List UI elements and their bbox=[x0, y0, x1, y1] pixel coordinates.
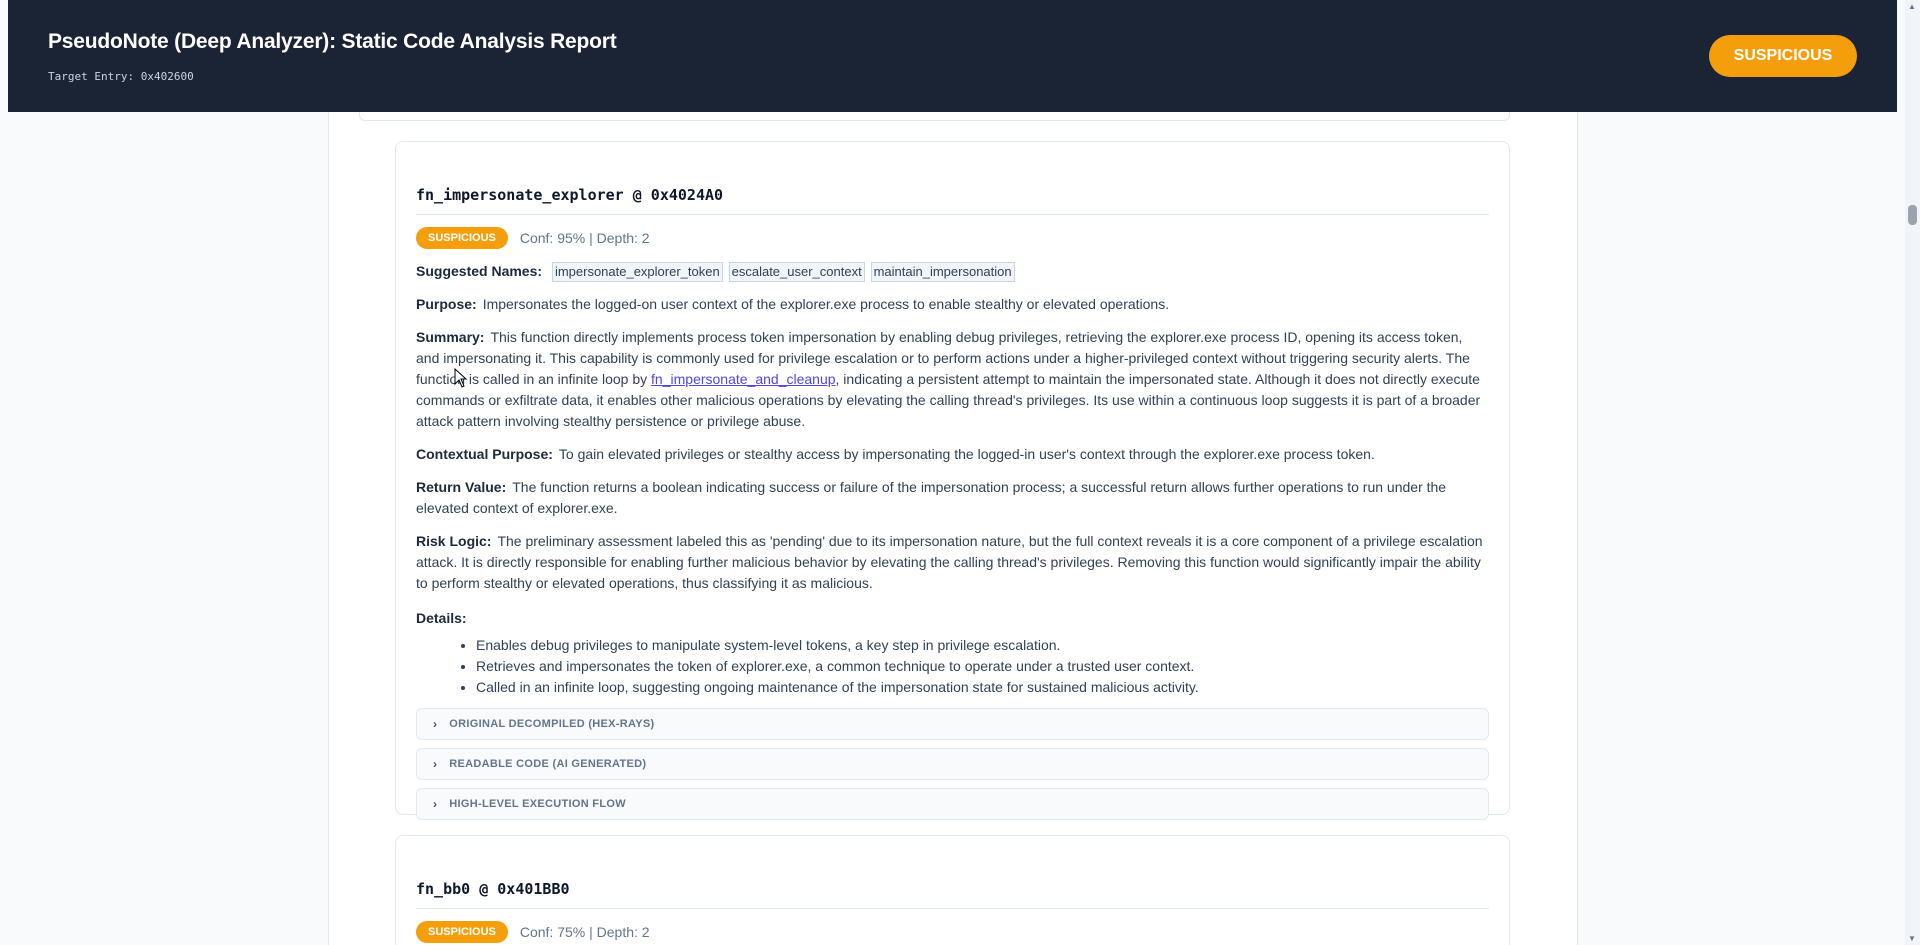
section-readable-code[interactable]: › READABLE CODE (AI GENERATED) bbox=[416, 748, 1489, 780]
details-label: Details: bbox=[416, 610, 467, 626]
section-execution-flow[interactable]: › HIGH-LEVEL EXECUTION FLOW bbox=[416, 788, 1489, 820]
summary: Summary: This function directly implement… bbox=[416, 327, 1489, 432]
function-card: fn_impersonate_explorer @ 0x4024A0 SUSPI… bbox=[395, 141, 1510, 820]
suggested-name-chip: impersonate_explorer_token bbox=[551, 262, 723, 282]
function-meta: SUSPICIOUS Conf: 95% | Depth: 2 bbox=[416, 227, 1489, 249]
chevron-right-icon: › bbox=[433, 717, 438, 731]
risk-logic-text: The preliminary assessment labeled this … bbox=[416, 533, 1483, 591]
contextual-purpose-text: To gain elevated privileges or stealthy … bbox=[558, 446, 1375, 462]
purpose-text: Impersonates the logged-on user context … bbox=[482, 296, 1170, 312]
target-entry: Target Entry: 0x402600 bbox=[48, 69, 194, 83]
purpose: Purpose: Impersonates the logged-on user … bbox=[416, 294, 1489, 315]
section-label: READABLE CODE (AI GENERATED) bbox=[449, 758, 647, 770]
risk-logic-label: Risk Logic: bbox=[416, 533, 492, 549]
suggested-name-chip: maintain_impersonation bbox=[870, 262, 1015, 282]
status-badge: SUSPICIOUS bbox=[416, 227, 508, 249]
function-title: fn_bb0 @ 0x401BB0 bbox=[416, 836, 1489, 909]
return-value: Return Value: The function returns a bool… bbox=[416, 477, 1489, 519]
suggested-names-label: Suggested Names: bbox=[416, 263, 543, 279]
scrollbar-thumb[interactable] bbox=[1908, 205, 1917, 225]
report-title: PseudoNote (Deep Analyzer): Static Code … bbox=[48, 29, 617, 53]
summary-label: Summary: bbox=[416, 329, 485, 345]
overall-verdict-badge[interactable]: SUSPICIOUS bbox=[1709, 35, 1857, 77]
caller-function-link[interactable]: fn_impersonate_and_cleanup bbox=[651, 371, 835, 387]
section-original-decompiled[interactable]: › ORIGINAL DECOMPILED (HEX-RAYS) bbox=[416, 708, 1489, 740]
list-item: Enables debug privileges to manipulate s… bbox=[476, 635, 1489, 656]
confidence-depth: Conf: 75% | Depth: 2 bbox=[519, 924, 650, 940]
list-item: Called in an infinite loop, suggesting o… bbox=[476, 677, 1489, 698]
scroll-down-arrow-icon[interactable]: ▼ bbox=[1908, 934, 1916, 943]
purpose-label: Purpose: bbox=[416, 296, 477, 312]
contextual-purpose: Contextual Purpose: To gain elevated priv… bbox=[416, 444, 1489, 465]
details: Details: bbox=[416, 608, 1489, 629]
mouse-pointer-icon bbox=[454, 368, 468, 388]
status-badge: SUSPICIOUS bbox=[416, 921, 508, 943]
function-meta: SUSPICIOUS Conf: 75% | Depth: 2 bbox=[416, 921, 1489, 943]
scrollbar[interactable]: ▲ ▼ bbox=[1905, 0, 1920, 945]
function-title: fn_impersonate_explorer @ 0x4024A0 bbox=[416, 142, 1489, 215]
suggested-name-chip: escalate_user_context bbox=[728, 262, 865, 282]
contextual-purpose-label: Contextual Purpose: bbox=[416, 446, 553, 462]
return-value-text: The function returns a boolean indicatin… bbox=[416, 479, 1447, 516]
details-list: Enables debug privileges to manipulate s… bbox=[416, 635, 1489, 698]
suggested-names: Suggested Names: impersonate_explorer_to… bbox=[416, 261, 1489, 282]
function-card: fn_bb0 @ 0x401BB0 SUSPICIOUS Conf: 75% |… bbox=[395, 835, 1510, 945]
risk-logic: Risk Logic: The preliminary assessment la… bbox=[416, 531, 1489, 594]
scroll-up-arrow-icon[interactable]: ▲ bbox=[1908, 2, 1916, 11]
header-text: PseudoNote (Deep Analyzer): Static Code … bbox=[48, 30, 617, 83]
chevron-right-icon: › bbox=[433, 797, 438, 811]
section-label: HIGH-LEVEL EXECUTION FLOW bbox=[449, 798, 626, 810]
report-header: PseudoNote (Deep Analyzer): Static Code … bbox=[8, 0, 1897, 112]
chevron-right-icon: › bbox=[433, 757, 438, 771]
return-value-label: Return Value: bbox=[416, 479, 507, 495]
section-label: ORIGINAL DECOMPILED (HEX-RAYS) bbox=[449, 718, 655, 730]
list-item: Retrieves and impersonates the token of … bbox=[476, 656, 1489, 677]
confidence-depth: Conf: 95% | Depth: 2 bbox=[519, 230, 650, 246]
